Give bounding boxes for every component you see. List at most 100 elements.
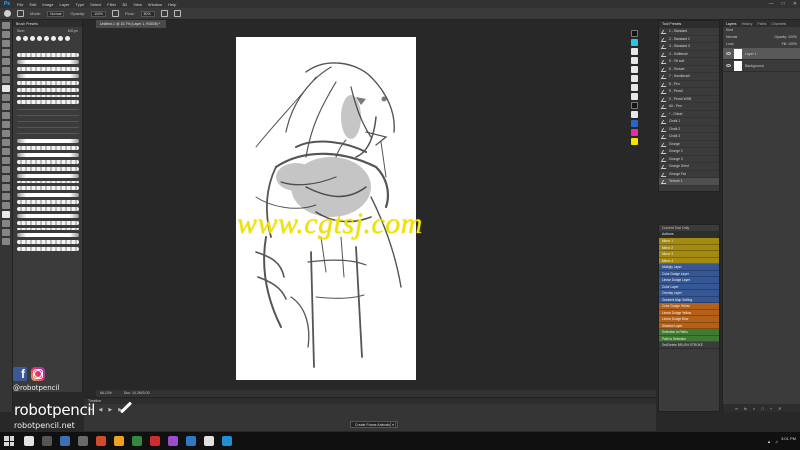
mask-icon[interactable]: ◐ [753, 406, 755, 411]
mode-select[interactable]: Normal [47, 10, 65, 17]
brush-stroke-preview[interactable] [17, 81, 79, 85]
eye-icon[interactable] [726, 64, 731, 67]
clone-stamp-tool-icon[interactable] [2, 94, 10, 101]
menu-view[interactable]: View [130, 2, 145, 7]
background-color-swatch[interactable] [2, 220, 10, 227]
menu-help[interactable]: Help [165, 2, 179, 7]
healing-tool-icon[interactable] [2, 76, 10, 83]
close-icon[interactable]: ✕ [793, 1, 797, 7]
brush-stroke-preview[interactable] [17, 160, 79, 164]
minimize-icon[interactable]: — [769, 1, 774, 7]
taskbar-app-icon[interactable] [114, 436, 124, 446]
menu-layer[interactable]: Layer [56, 2, 72, 7]
tool-preset-item[interactable]: Grunge [659, 141, 719, 148]
taskbar-app-icon[interactable] [42, 436, 52, 446]
brush-tip[interactable] [51, 36, 56, 41]
taskbar-app-icon[interactable] [168, 436, 178, 446]
brush-settings-icon[interactable] [630, 48, 638, 55]
taskbar-app-icon[interactable] [60, 436, 70, 446]
history-brush-tool-icon[interactable] [2, 103, 10, 110]
tab-channels[interactable]: Channels [771, 22, 786, 26]
tab-paths[interactable]: Paths [757, 22, 766, 26]
layer-row[interactable]: Background [723, 60, 800, 72]
taskbar-app-icon[interactable] [150, 436, 160, 446]
brush-stroke-preview[interactable] [17, 88, 79, 92]
brush-stroke-preview[interactable] [17, 74, 79, 78]
styles-icon[interactable] [630, 75, 638, 82]
network-icon[interactable]: ▲ [767, 439, 771, 444]
tool-preset-item[interactable]: 7 - Handbrush [659, 73, 719, 81]
dodge-tool-icon[interactable] [2, 139, 10, 146]
brush-stroke-preview[interactable] [17, 153, 79, 157]
menu-file[interactable]: File [14, 2, 26, 7]
marquee-tool-icon[interactable] [2, 31, 10, 38]
taskbar-app-icon[interactable] [132, 436, 142, 446]
tool-preset-item[interactable]: 2 - Standard 2 [659, 36, 719, 43]
layer-opacity-field[interactable]: 100% [788, 35, 797, 39]
menu-filter[interactable]: Filter [104, 2, 119, 7]
brush-tip[interactable] [23, 36, 28, 41]
tool-preset-item[interactable]: 5 - Tilt soft [659, 58, 719, 66]
brush-stroke-preview[interactable] [17, 174, 79, 178]
hand-tool-icon[interactable] [2, 184, 10, 191]
adjustments-icon[interactable] [630, 66, 638, 73]
brush-tip[interactable] [30, 36, 35, 41]
tool-preset-item[interactable]: 1 - Standard [659, 28, 719, 36]
eyedropper-tool-icon[interactable] [2, 67, 10, 74]
blue-swatch-icon[interactable] [630, 120, 638, 127]
brush-presets-tab[interactable]: Brush Presets [16, 22, 38, 26]
eraser-tool-icon[interactable] [2, 112, 10, 119]
layer-kind-filter[interactable]: Kind [726, 27, 733, 34]
airbrush-icon[interactable] [160, 10, 168, 17]
tab-layers[interactable]: Layers [726, 22, 737, 26]
fill-field[interactable]: 100% [788, 42, 797, 46]
brush-size-value[interactable]: 100 px [67, 29, 78, 33]
taskbar-app-icon[interactable] [222, 436, 232, 446]
windows-start-icon[interactable] [4, 436, 14, 446]
brush-stroke-preview[interactable] [17, 193, 79, 197]
prev-frame-icon[interactable]: ◀ [99, 407, 103, 413]
lasso-tool-icon[interactable] [2, 40, 10, 47]
color-icon[interactable] [630, 39, 638, 46]
brush-stroke-preview[interactable] [17, 200, 79, 204]
clone-source-icon[interactable] [630, 57, 638, 64]
crop-tool-icon[interactable] [2, 58, 10, 65]
edit-toolbar-icon[interactable] [2, 202, 10, 209]
brush-stroke-preview[interactable] [17, 233, 79, 237]
menu-edit[interactable]: Edit [26, 2, 39, 7]
brush-stroke-preview[interactable] [17, 214, 79, 218]
fx-icon[interactable]: fx [744, 406, 747, 411]
brush-stroke-preview[interactable] [17, 53, 79, 57]
tool-preset-item[interactable]: Texture 1 [659, 178, 719, 186]
move-tool-icon[interactable] [2, 22, 10, 29]
taskbar-app-icon[interactable] [186, 436, 196, 446]
tool-preset-item[interactable]: 9 - Pencil [659, 88, 719, 96]
info-icon[interactable] [630, 30, 638, 37]
brush-stroke-preview[interactable] [17, 221, 79, 225]
zoom-level[interactable]: 66.13% [100, 390, 112, 397]
brush-stroke-preview[interactable] [17, 67, 79, 71]
document-tab[interactable]: Untitled-1 @ 15.7% (Layer 1, RGB/8) * [96, 20, 166, 28]
tool-preset-item[interactable]: Grunge Dried [659, 163, 719, 171]
tool-preset-item[interactable]: Chalk 3 [659, 133, 719, 141]
brush-icon[interactable] [4, 10, 11, 17]
tool-preset-item[interactable]: * - Chisel [659, 111, 719, 118]
navigator-icon[interactable] [630, 111, 638, 118]
brush-stroke-preview[interactable] [17, 95, 79, 97]
brush-stroke-preview[interactable] [17, 228, 79, 230]
yellow-swatch-icon[interactable] [630, 138, 638, 145]
tool-preset-item[interactable]: 6 - Texture [659, 66, 719, 73]
brush-stroke-preview[interactable] [17, 207, 79, 211]
zoom-tool-icon[interactable] [2, 193, 10, 200]
quick-mask-icon[interactable] [2, 229, 10, 236]
blur-tool-icon[interactable] [2, 130, 10, 137]
taskbar-app-icon[interactable] [24, 436, 34, 446]
eye-icon[interactable] [726, 52, 731, 55]
volume-icon[interactable]: ♫ [775, 439, 778, 444]
tool-preset-item[interactable]: Chalk 1 [659, 118, 719, 126]
tool-preset-item[interactable]: Grunge 2 [659, 148, 719, 156]
magenta-swatch-icon[interactable] [630, 129, 638, 136]
screen-mode-icon[interactable] [2, 238, 10, 245]
layer-row[interactable]: Layer 1 [723, 48, 800, 60]
brush-stroke-preview[interactable] [17, 146, 79, 150]
